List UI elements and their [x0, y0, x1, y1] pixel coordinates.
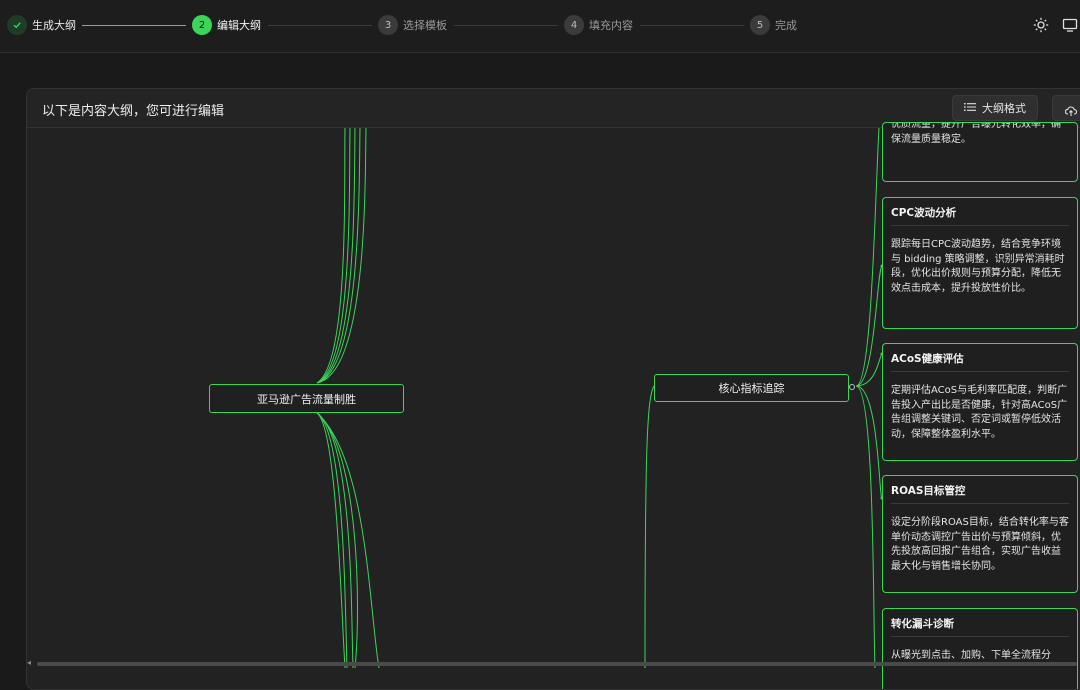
step-connector [268, 25, 372, 26]
export-button[interactable] [1052, 95, 1080, 121]
card-title: ROAS目标管控 [891, 483, 1069, 504]
step-number: 5 [750, 15, 770, 35]
step-number: 4 [564, 15, 584, 35]
scroll-left-icon[interactable]: ◂ [27, 658, 31, 667]
step-number: 3 [378, 15, 398, 35]
card-title: CPC波动分析 [891, 205, 1069, 226]
collapse-toggle[interactable] [849, 384, 855, 390]
mindmap-card[interactable]: ACoS健康评估 定期评估ACoS与毛利率匹配度，判断广告投入产出比是否健康，针… [882, 343, 1078, 461]
mindmap-card[interactable]: 转化漏斗诊断 从曝光到点击、加购、下单全流程分 [882, 608, 1078, 689]
root-node-label: 亚马逊广告流量制胜 [257, 392, 356, 406]
mindmap-card[interactable]: CPC波动分析 跟踪每日CPC波动趋势，结合竞争环境与 bidding 策略调整… [882, 197, 1078, 329]
card-title: ACoS健康评估 [891, 351, 1069, 372]
step-select-template[interactable]: 3 选择模板 [378, 14, 447, 36]
mindmap-card-partial[interactable]: 优质流量，提升广告曝光转化效率，确保流量质量稳定。 [882, 122, 1078, 182]
card-body: 定期评估ACoS与毛利率匹配度，判断广告投入产出比是否健康，针对高ACoS广告组… [891, 385, 1068, 440]
page-title: 以下是内容大纲，您可进行编辑 [42, 104, 225, 119]
step-edit-outline[interactable]: 2 编辑大纲 [192, 14, 261, 36]
check-icon [7, 15, 27, 35]
step-label: 生成大纲 [32, 19, 76, 32]
outline-format-button[interactable]: 大纲格式 [952, 95, 1038, 121]
stepper-bar: 生成大纲 2 编辑大纲 3 选择模板 4 填充内容 5 完成 [0, 0, 1080, 53]
step-fill-content[interactable]: 4 填充内容 [564, 14, 633, 36]
list-icon [964, 102, 976, 115]
step-number: 2 [192, 15, 212, 35]
outline-editor-panel: 以下是内容大纲，您可进行编辑 大纲格式 亚马逊广告流量制胜 核心指标追踪 优质流… [26, 88, 1080, 690]
horizontal-scrollbar[interactable]: ◂ [27, 658, 1080, 667]
card-body: 设定分阶段ROAS目标，结合转化率与客单价动态调控广告出价与预算倾斜，优先投放高… [891, 517, 1069, 572]
step-generate-outline[interactable]: 生成大纲 [7, 14, 76, 36]
card-body: 跟踪每日CPC波动趋势，结合竞争环境与 bidding 策略调整，识别异常消耗时… [891, 239, 1065, 294]
outline-format-label: 大纲格式 [982, 102, 1026, 115]
mindmap-root-node[interactable]: 亚马逊广告流量制胜 [209, 384, 404, 413]
mindmap-card[interactable]: ROAS目标管控 设定分阶段ROAS目标，结合转化率与客单价动态调控广告出价与预… [882, 475, 1078, 593]
branch-node-label: 核心指标追踪 [718, 382, 785, 395]
monitor-icon[interactable] [1062, 14, 1080, 36]
cloud-upload-icon [1064, 102, 1078, 121]
step-label: 编辑大纲 [217, 19, 261, 32]
step-complete[interactable]: 5 完成 [750, 14, 797, 36]
step-connector [640, 25, 744, 26]
step-label: 填充内容 [589, 19, 633, 32]
step-label: 选择模板 [403, 19, 447, 32]
step-label: 完成 [775, 19, 797, 32]
mindmap-branch-node[interactable]: 核心指标追踪 [654, 374, 849, 402]
step-connector [82, 25, 186, 26]
scrollbar-thumb[interactable] [37, 662, 1077, 666]
step-connector [454, 25, 558, 26]
card-title: 转化漏斗诊断 [891, 616, 1069, 637]
card-body: 优质流量，提升广告曝光转化效率，确保流量质量稳定。 [891, 122, 1061, 145]
sun-icon[interactable] [1030, 14, 1052, 36]
mindmap-canvas[interactable]: 亚马逊广告流量制胜 核心指标追踪 优质流量，提升广告曝光转化效率，确保流量质量稳… [27, 122, 1080, 689]
